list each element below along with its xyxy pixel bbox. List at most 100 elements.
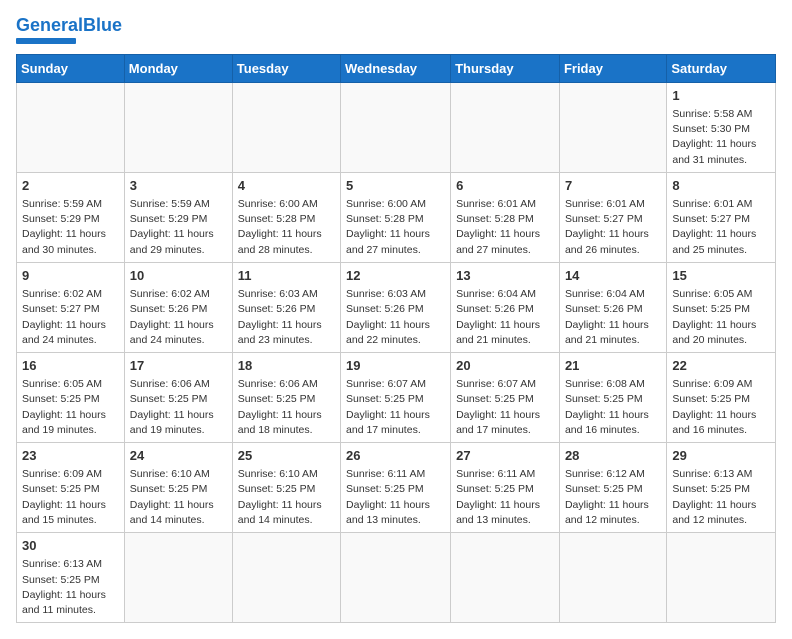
day-info: Sunrise: 6:13 AMSunset: 5:25 PMDaylight:… bbox=[672, 467, 770, 528]
day-number: 27 bbox=[456, 447, 554, 465]
day-number: 23 bbox=[22, 447, 119, 465]
logo-general: General bbox=[16, 15, 83, 35]
day-cell: 27Sunrise: 6:11 AMSunset: 5:25 PMDayligh… bbox=[451, 443, 560, 533]
day-cell: 17 Sunrise: 6:06 AMSunset: 5:25 PMDayligh… bbox=[124, 352, 232, 442]
day-cell: 15Sunrise: 6:05 AMSunset: 5:25 PMDayligh… bbox=[667, 262, 776, 352]
day-info: Sunrise: 6:04 AMSunset: 5:26 PMDaylight:… bbox=[456, 287, 554, 348]
day-cell: 8 Sunrise: 6:01 AMSunset: 5:27 PMDaylight… bbox=[667, 172, 776, 262]
day-cell: 21Sunrise: 6:08 AMSunset: 5:25 PMDayligh… bbox=[559, 352, 666, 442]
day-cell bbox=[232, 82, 340, 172]
day-cell: 9 Sunrise: 6:02 AMSunset: 5:27 PMDaylight… bbox=[17, 262, 125, 352]
day-cell bbox=[559, 82, 666, 172]
weekday-tuesday: Tuesday bbox=[232, 54, 340, 82]
logo-blue: Blue bbox=[83, 15, 122, 35]
day-info: Sunrise: 6:05 AMSunset: 5:25 PMDaylight:… bbox=[672, 287, 770, 348]
weekday-wednesday: Wednesday bbox=[341, 54, 451, 82]
day-cell: 16 Sunrise: 6:05 AMSunset: 5:25 PMDayligh… bbox=[17, 352, 125, 442]
day-cell bbox=[667, 533, 776, 623]
day-number: 6 bbox=[456, 177, 554, 195]
day-number: 12 bbox=[346, 267, 445, 285]
day-info: Sunrise: 6:06 AMSunset: 5:25 PMDaylight:… bbox=[130, 377, 227, 438]
calendar-body: 1 Sunrise: 5:58 AMSunset: 5:30 PMDaylight… bbox=[17, 82, 776, 622]
day-cell: 11Sunrise: 6:03 AMSunset: 5:26 PMDayligh… bbox=[232, 262, 340, 352]
day-number: 20 bbox=[456, 357, 554, 375]
day-info: Sunrise: 5:59 AMSunset: 5:29 PMDaylight:… bbox=[130, 197, 227, 258]
weekday-saturday: Saturday bbox=[667, 54, 776, 82]
day-cell bbox=[341, 533, 451, 623]
day-cell: 12 Sunrise: 6:03 AMSunset: 5:26 PMDayligh… bbox=[341, 262, 451, 352]
day-number: 22 bbox=[672, 357, 770, 375]
day-number: 10 bbox=[130, 267, 227, 285]
day-number: 5 bbox=[346, 177, 445, 195]
day-info: Sunrise: 6:09 AMSunset: 5:25 PMDaylight:… bbox=[22, 467, 119, 528]
day-cell: 2Sunrise: 5:59 AMSunset: 5:29 PMDaylight… bbox=[17, 172, 125, 262]
weekday-monday: Monday bbox=[124, 54, 232, 82]
day-cell: 13 Sunrise: 6:04 AMSunset: 5:26 PMDayligh… bbox=[451, 262, 560, 352]
week-row-1: 1 Sunrise: 5:58 AMSunset: 5:30 PMDaylight… bbox=[17, 82, 776, 172]
day-cell: 29Sunrise: 6:13 AMSunset: 5:25 PMDayligh… bbox=[667, 443, 776, 533]
day-number: 3 bbox=[130, 177, 227, 195]
day-info: Sunrise: 6:13 AMSunset: 5:25 PMDaylight:… bbox=[22, 557, 119, 618]
day-cell bbox=[124, 533, 232, 623]
day-number: 16 bbox=[22, 357, 119, 375]
day-cell: 20Sunrise: 6:07 AMSunset: 5:25 PMDayligh… bbox=[451, 352, 560, 442]
day-info: Sunrise: 6:02 AMSunset: 5:26 PMDaylight:… bbox=[130, 287, 227, 348]
week-row-3: 9 Sunrise: 6:02 AMSunset: 5:27 PMDaylight… bbox=[17, 262, 776, 352]
day-cell: 6Sunrise: 6:01 AMSunset: 5:28 PMDaylight… bbox=[451, 172, 560, 262]
day-cell: 30Sunrise: 6:13 AMSunset: 5:25 PMDayligh… bbox=[17, 533, 125, 623]
day-info: Sunrise: 5:58 AMSunset: 5:30 PMDaylight:… bbox=[672, 107, 770, 168]
day-info: Sunrise: 6:05 AMSunset: 5:25 PMDaylight:… bbox=[22, 377, 119, 438]
day-cell: 25Sunrise: 6:10 AMSunset: 5:25 PMDayligh… bbox=[232, 443, 340, 533]
day-number: 1 bbox=[672, 87, 770, 105]
day-number: 8 bbox=[672, 177, 770, 195]
day-number: 4 bbox=[238, 177, 335, 195]
day-info: Sunrise: 6:10 AMSunset: 5:25 PMDaylight:… bbox=[238, 467, 335, 528]
day-cell bbox=[451, 533, 560, 623]
day-cell: 1 Sunrise: 5:58 AMSunset: 5:30 PMDaylight… bbox=[667, 82, 776, 172]
weekday-sunday: Sunday bbox=[17, 54, 125, 82]
day-cell: 7 Sunrise: 6:01 AMSunset: 5:27 PMDaylight… bbox=[559, 172, 666, 262]
day-info: Sunrise: 6:03 AMSunset: 5:26 PMDaylight:… bbox=[346, 287, 445, 348]
day-number: 24 bbox=[130, 447, 227, 465]
day-number: 18 bbox=[238, 357, 335, 375]
day-cell bbox=[232, 533, 340, 623]
day-info: Sunrise: 6:03 AMSunset: 5:26 PMDaylight:… bbox=[238, 287, 335, 348]
day-number: 9 bbox=[22, 267, 119, 285]
day-cell: 3 Sunrise: 5:59 AMSunset: 5:29 PMDaylight… bbox=[124, 172, 232, 262]
calendar-table: SundayMondayTuesdayWednesdayThursdayFrid… bbox=[16, 54, 776, 623]
day-cell bbox=[124, 82, 232, 172]
day-info: Sunrise: 6:07 AMSunset: 5:25 PMDaylight:… bbox=[346, 377, 445, 438]
day-number: 17 bbox=[130, 357, 227, 375]
day-info: Sunrise: 6:10 AMSunset: 5:25 PMDaylight:… bbox=[130, 467, 227, 528]
week-row-2: 2Sunrise: 5:59 AMSunset: 5:29 PMDaylight… bbox=[17, 172, 776, 262]
week-row-4: 16 Sunrise: 6:05 AMSunset: 5:25 PMDayligh… bbox=[17, 352, 776, 442]
week-row-6: 30Sunrise: 6:13 AMSunset: 5:25 PMDayligh… bbox=[17, 533, 776, 623]
day-number: 14 bbox=[565, 267, 661, 285]
day-cell: 23 Sunrise: 6:09 AMSunset: 5:25 PMDayligh… bbox=[17, 443, 125, 533]
day-info: Sunrise: 6:06 AMSunset: 5:25 PMDaylight:… bbox=[238, 377, 335, 438]
day-cell: 26Sunrise: 6:11 AMSunset: 5:25 PMDayligh… bbox=[341, 443, 451, 533]
day-cell: 10 Sunrise: 6:02 AMSunset: 5:26 PMDayligh… bbox=[124, 262, 232, 352]
logo-text: GeneralBlue bbox=[16, 16, 122, 36]
day-cell: 18 Sunrise: 6:06 AMSunset: 5:25 PMDayligh… bbox=[232, 352, 340, 442]
day-info: Sunrise: 6:04 AMSunset: 5:26 PMDaylight:… bbox=[565, 287, 661, 348]
day-info: Sunrise: 6:09 AMSunset: 5:25 PMDaylight:… bbox=[672, 377, 770, 438]
day-cell bbox=[17, 82, 125, 172]
day-info: Sunrise: 5:59 AMSunset: 5:29 PMDaylight:… bbox=[22, 197, 119, 258]
day-cell: 14 Sunrise: 6:04 AMSunset: 5:26 PMDayligh… bbox=[559, 262, 666, 352]
day-cell: 22 Sunrise: 6:09 AMSunset: 5:25 PMDayligh… bbox=[667, 352, 776, 442]
day-info: Sunrise: 6:08 AMSunset: 5:25 PMDaylight:… bbox=[565, 377, 661, 438]
weekday-thursday: Thursday bbox=[451, 54, 560, 82]
weekday-header-row: SundayMondayTuesdayWednesdayThursdayFrid… bbox=[17, 54, 776, 82]
day-number: 7 bbox=[565, 177, 661, 195]
day-number: 13 bbox=[456, 267, 554, 285]
day-info: Sunrise: 6:00 AMSunset: 5:28 PMDaylight:… bbox=[238, 197, 335, 258]
day-info: Sunrise: 6:02 AMSunset: 5:27 PMDaylight:… bbox=[22, 287, 119, 348]
day-info: Sunrise: 6:01 AMSunset: 5:27 PMDaylight:… bbox=[565, 197, 661, 258]
day-number: 19 bbox=[346, 357, 445, 375]
header: GeneralBlue bbox=[16, 16, 776, 44]
day-info: Sunrise: 6:00 AMSunset: 5:28 PMDaylight:… bbox=[346, 197, 445, 258]
day-info: Sunrise: 6:01 AMSunset: 5:27 PMDaylight:… bbox=[672, 197, 770, 258]
day-info: Sunrise: 6:11 AMSunset: 5:25 PMDaylight:… bbox=[346, 467, 445, 528]
logo-bar bbox=[16, 38, 76, 44]
